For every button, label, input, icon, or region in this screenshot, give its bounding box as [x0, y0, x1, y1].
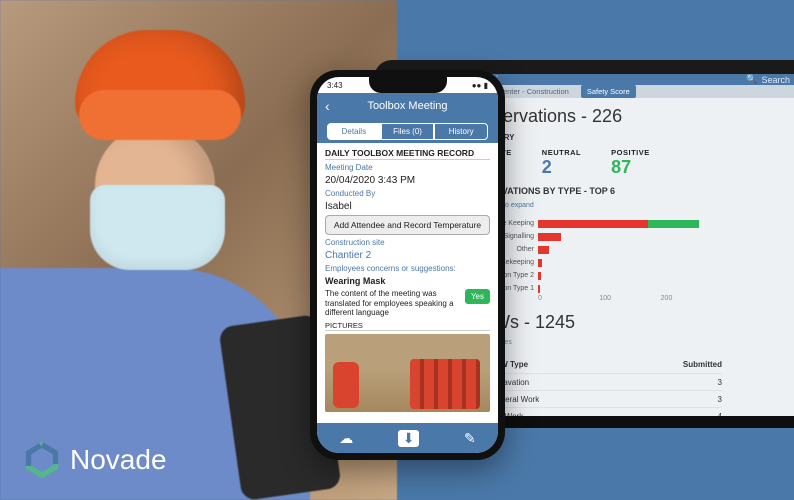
concern-title: Wearing Mask: [325, 276, 490, 286]
brand-logo: Novade: [24, 442, 167, 478]
chart-row: Observation Type 1: [470, 282, 722, 295]
worker-mask: [90, 185, 225, 270]
phone-frame: 3:43 ●● ▮ ‹ Toolbox Meeting Details File…: [310, 70, 505, 460]
attached-photo[interactable]: [325, 334, 490, 412]
add-attendee-button[interactable]: Add Attendee and Record Temperature: [325, 215, 490, 235]
screen-header: ‹ Toolbox Meeting: [317, 93, 498, 119]
ptw-table: PTW Type Submitted ≡Excavation3≡General …: [470, 356, 722, 420]
hard-hat-icon: [75, 30, 245, 135]
cat-positive-value: 87: [611, 157, 650, 178]
chart-row: Signalling: [470, 230, 722, 243]
category-header: CATEGORY: [470, 133, 722, 142]
search-icon: 🔍: [746, 74, 757, 85]
meeting-date-label: Meeting Date: [325, 163, 490, 172]
search-box[interactable]: 🔍 Search: [746, 74, 790, 85]
ptw-submitted-cell: 3: [662, 395, 722, 404]
site-value[interactable]: Chantier 2: [325, 250, 490, 261]
search-label: Search: [761, 75, 790, 85]
ptw-header-row: PTW Type Submitted: [470, 356, 722, 373]
form-body: DAILY TOOLBOX MEETING RECORD Meeting Dat…: [317, 143, 498, 423]
ptw-subtitle: By Templates: [470, 339, 722, 346]
site-label: Construction site: [325, 238, 490, 247]
concern-row: The content of the meeting was translate…: [325, 289, 490, 318]
cat-neutral: NEUTRAL 2: [542, 148, 581, 178]
chart-bar-segment-positive: [648, 220, 699, 228]
ptw-type-cell: Excavation: [490, 378, 662, 387]
cat-positive: POSITIVE 87: [611, 148, 650, 178]
chart-row: Other: [470, 243, 722, 256]
breadcrumb-safety-score[interactable]: Safety Score: [581, 85, 636, 98]
ptw-row[interactable]: ≡Excavation3: [470, 373, 722, 390]
chart-bar-segment-negative: [538, 272, 541, 280]
conducted-by-label: Conducted By: [325, 189, 490, 198]
meeting-date-value[interactable]: 20/04/2020 3:43 PM: [325, 175, 490, 186]
concern-body: The content of the meeting was translate…: [325, 289, 461, 318]
tab-files[interactable]: Files (0): [381, 123, 435, 140]
chart-bar: [538, 285, 722, 293]
cat-positive-label: POSITIVE: [611, 148, 650, 157]
chart-title: OBSERVATIONS BY TYPE - TOP 6: [470, 186, 722, 196]
chart-row: Housekeeping: [470, 256, 722, 269]
download-icon[interactable]: ⬇: [398, 430, 420, 447]
chart-row: House Keeping: [470, 217, 722, 230]
chart-expand-link[interactable]: Click here to expand: [470, 202, 722, 209]
chart-x-axis: 0100200: [538, 295, 722, 302]
cat-neutral-value: 2: [542, 157, 581, 178]
chart-bar: [538, 259, 722, 267]
status-icons: ●● ▮: [472, 81, 488, 90]
chart-bar-segment-negative: [538, 285, 540, 293]
screen-title: Toolbox Meeting: [367, 100, 447, 112]
ptw-col-type: PTW Type: [490, 360, 662, 369]
ptw-row[interactable]: ≡General Work3: [470, 390, 722, 407]
chart-bar-segment-negative: [538, 246, 549, 254]
cloud-upload-icon[interactable]: ☁: [339, 430, 353, 447]
yes-button[interactable]: Yes: [465, 289, 490, 304]
tab-details[interactable]: Details: [327, 123, 381, 140]
chart-bar: [538, 233, 722, 241]
back-icon[interactable]: ‹: [325, 98, 330, 114]
category-row: NEGATIVE 137 NEUTRAL 2 POSITIVE 87: [470, 148, 722, 178]
chart-bar-segment-negative: [538, 220, 648, 228]
ptw-title: PTWs - 1245: [470, 312, 722, 333]
ptw-submitted-cell: 3: [662, 378, 722, 387]
phone-notch: [369, 77, 447, 93]
segmented-control: Details Files (0) History: [317, 119, 498, 143]
bottom-toolbar: ☁ ⬇ ✎: [317, 423, 498, 453]
pictures-label: PICTURES: [325, 321, 490, 331]
chart-bar: [538, 246, 722, 254]
observations-title: Observations - 226: [470, 106, 722, 127]
observations-chart: House KeepingSignallingOtherHousekeeping…: [470, 217, 722, 302]
section-title: DAILY TOOLBOX MEETING RECORD: [325, 147, 490, 160]
status-time: 3:43: [327, 81, 343, 90]
chart-bar: [538, 220, 722, 228]
concerns-label: Employees concerns or suggestions:: [325, 264, 490, 273]
ptw-type-cell: General Work: [490, 395, 662, 404]
chart-bar-segment-negative: [538, 233, 561, 241]
tab-history[interactable]: History: [434, 123, 488, 140]
phone-screen: 3:43 ●● ▮ ‹ Toolbox Meeting Details File…: [317, 77, 498, 453]
brand-mark-icon: [24, 442, 60, 478]
chart-bar: [538, 272, 722, 280]
edit-icon[interactable]: ✎: [464, 430, 476, 447]
chart-row: Observation Type 2: [470, 269, 722, 282]
chart-bar-segment-negative: [538, 259, 542, 267]
brand-name: Novade: [70, 444, 167, 476]
ptw-col-submitted: Submitted: [662, 360, 722, 369]
conducted-by-value[interactable]: Isabel: [325, 201, 490, 212]
cat-neutral-label: NEUTRAL: [542, 148, 581, 157]
